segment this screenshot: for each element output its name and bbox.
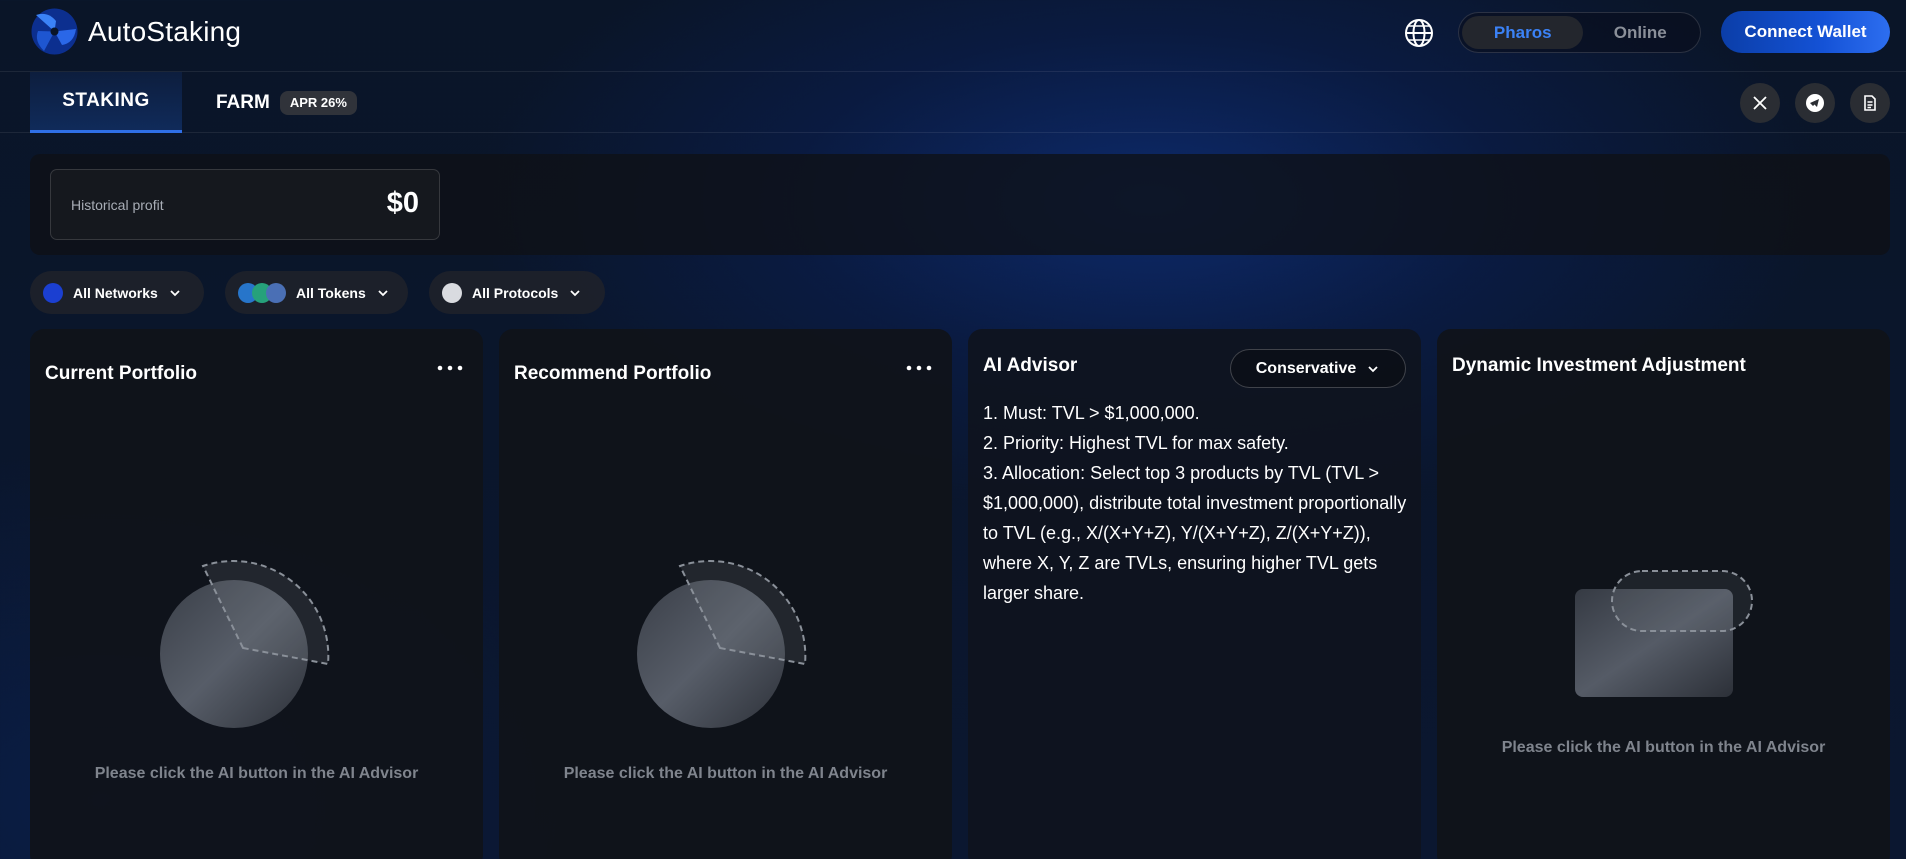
telegram-icon (1806, 94, 1824, 112)
card-placeholder-icon (1575, 570, 1753, 697)
apr-badge: APR 26% (279, 90, 357, 115)
network-toggle[interactable]: Pharos Online (1458, 12, 1701, 53)
historical-profit-value: $0 (386, 187, 419, 219)
filter-tokens[interactable]: All Tokens (225, 271, 408, 314)
more-dots-icon[interactable] (906, 365, 932, 371)
x-icon (1753, 96, 1767, 110)
filter-networks-label: All Networks (73, 284, 158, 301)
filter-tokens-label: All Tokens (296, 284, 366, 301)
chevron-down-icon (570, 289, 580, 296)
connect-wallet-button[interactable]: Connect Wallet (1721, 11, 1890, 53)
tab-farm[interactable]: FARM APR 26% (216, 72, 357, 133)
filter-networks[interactable]: All Networks (30, 271, 204, 314)
chevron-down-icon (170, 289, 180, 296)
tab-farm-label: FARM (216, 91, 270, 113)
pie-placeholder-icon (160, 560, 330, 728)
historical-profit-card: Historical profit $0 (50, 169, 440, 240)
x-social-button[interactable] (1740, 83, 1780, 123)
autostaking-logo-icon (31, 8, 78, 55)
historical-profit-label: Historical profit (71, 197, 164, 213)
recommend-portfolio-title: Recommend Portfolio (514, 363, 712, 384)
filter-protocols[interactable]: All Protocols (429, 271, 605, 314)
docs-button[interactable] (1850, 83, 1890, 123)
current-portfolio-title: Current Portfolio (45, 363, 197, 384)
app-name: AutoStaking (88, 15, 242, 47)
main-tabs: STAKING FARM APR 26% (0, 72, 1906, 133)
token-icons (238, 282, 286, 303)
recommend-portfolio-empty-text: Please click the AI button in the AI Adv… (563, 765, 888, 782)
logo[interactable]: AutoStaking (30, 7, 241, 56)
filter-protocols-label: All Protocols (472, 284, 559, 301)
ai-advisor-card: AI Advisor Conservative 1. Must: TVL > $… (968, 329, 1421, 859)
dynamic-adjustment-title: Dynamic Investment Adjustment (1452, 355, 1746, 376)
network-option-pharos[interactable]: Pharos (1462, 16, 1584, 49)
ai-advisor-title: AI Advisor (983, 355, 1078, 376)
globe-icon[interactable] (1403, 17, 1435, 49)
dynamic-adjustment-card: Dynamic Investment Adjustment Please cli… (1437, 329, 1890, 859)
ai-advisor-text: 1. Must: TVL > $1,000,000. 2. Priority: … (983, 403, 1407, 603)
tab-staking[interactable]: STAKING (30, 72, 182, 133)
advisor-mode-select[interactable]: Conservative (1230, 349, 1406, 388)
chevron-down-icon (378, 289, 388, 296)
dynamic-adjustment-empty-text: Please click the AI button in the AI Adv… (1501, 739, 1826, 756)
current-portfolio-card: Current Portfolio Please click the AI bu… (30, 329, 483, 859)
pie-placeholder-icon (637, 560, 807, 728)
more-tokens-icon (266, 282, 286, 303)
chevron-down-icon (1368, 365, 1378, 372)
current-portfolio-empty-text: Please click the AI button in the AI Adv… (94, 765, 419, 782)
network-icon (43, 282, 63, 303)
recommend-portfolio-card: Recommend Portfolio Please click the AI … (499, 329, 952, 859)
more-dots-icon[interactable] (437, 365, 463, 371)
document-icon (1864, 95, 1876, 111)
profit-section: Historical profit $0 (30, 154, 1890, 255)
network-option-online[interactable]: Online (1583, 16, 1697, 49)
protocol-icon (442, 282, 462, 303)
advisor-mode-value: Conservative (1255, 359, 1357, 377)
telegram-social-button[interactable] (1795, 83, 1835, 123)
top-bar: AutoStaking Pharos Online Connect Wallet (0, 0, 1906, 72)
